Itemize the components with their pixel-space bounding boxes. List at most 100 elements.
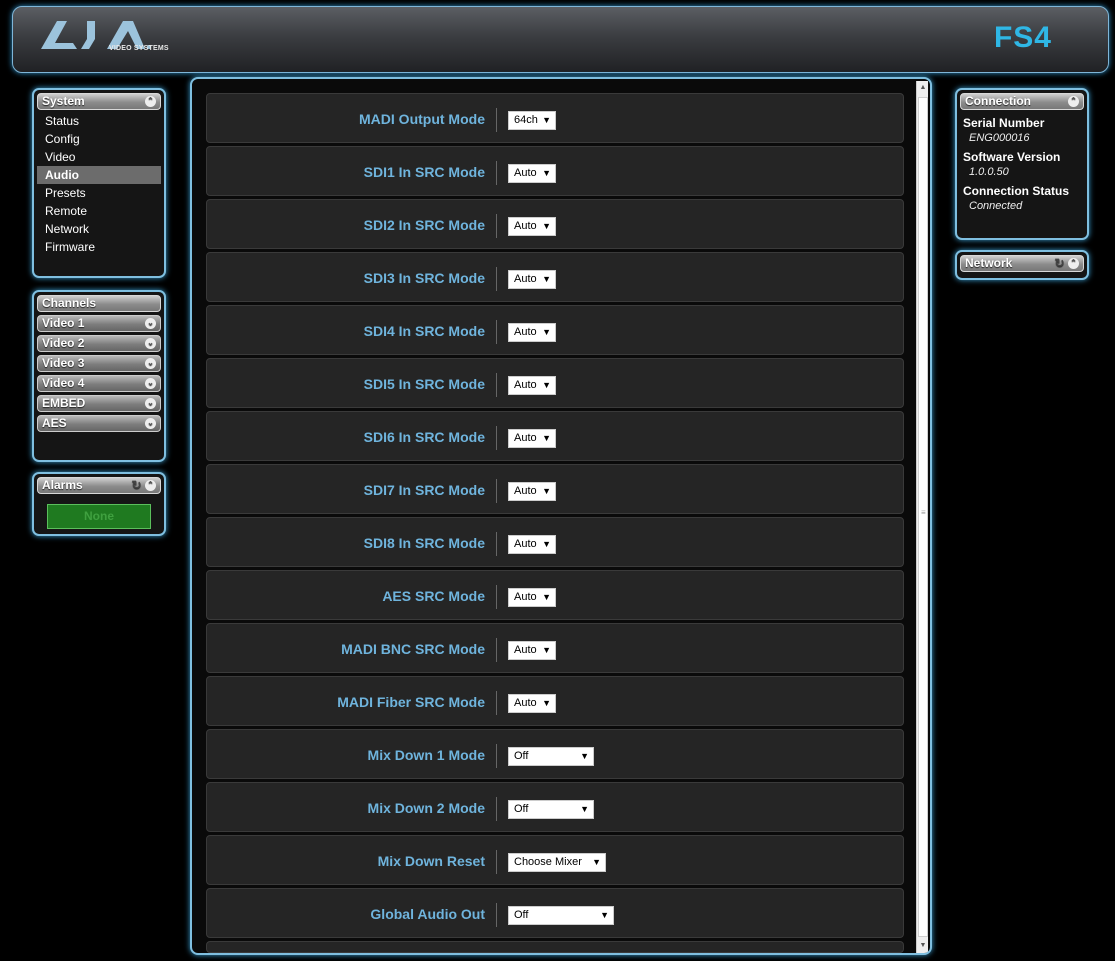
dropdown-value: Auto bbox=[514, 485, 537, 497]
setting-dropdown[interactable]: Auto ▼ bbox=[508, 482, 556, 501]
setting-dropdown[interactable]: Choose Mixer ▼ bbox=[508, 853, 606, 872]
vertical-scrollbar[interactable]: ▲ ≡ ▼ bbox=[916, 81, 928, 953]
dropdown-value: Choose Mixer bbox=[514, 856, 582, 868]
dropdown-value: Auto bbox=[514, 644, 537, 656]
chevron-down-icon[interactable]: ⌄ bbox=[145, 418, 156, 429]
setting-dropdown[interactable]: Auto ▼ bbox=[508, 164, 556, 183]
dropdown-value: Off bbox=[514, 909, 529, 921]
connection-header[interactable]: Connection ⌃ bbox=[960, 93, 1084, 110]
separator bbox=[496, 691, 497, 715]
dropdown-value: Auto bbox=[514, 538, 537, 550]
system-header[interactable]: System ⌃ bbox=[37, 93, 161, 110]
separator bbox=[496, 161, 497, 185]
refresh-icon[interactable]: ↻ bbox=[130, 479, 143, 492]
setting-label: AES SRC Mode bbox=[382, 588, 485, 604]
setting-dropdown[interactable]: Auto ▼ bbox=[508, 535, 556, 554]
separator bbox=[496, 903, 497, 927]
dropdown-value: Auto bbox=[514, 326, 537, 338]
setting-dropdown[interactable]: Off ▼ bbox=[508, 906, 614, 925]
refresh-icon[interactable]: ↻ bbox=[1053, 257, 1066, 270]
dropdown-value: Auto bbox=[514, 379, 537, 391]
channel-aes[interactable]: AES ⌄ bbox=[37, 415, 161, 432]
dropdown-arrow-icon: ▼ bbox=[542, 433, 551, 443]
setting-row: AES SRC Mode Auto ▼ bbox=[206, 570, 904, 620]
nav-item-video[interactable]: Video bbox=[37, 148, 161, 166]
chevron-down-icon[interactable]: ⌄ bbox=[145, 398, 156, 409]
system-title: System bbox=[42, 94, 85, 108]
setting-label: SDI1 In SRC Mode bbox=[363, 164, 485, 180]
setting-label: Mix Down 1 Mode bbox=[367, 747, 485, 763]
setting-dropdown[interactable]: Auto ▼ bbox=[508, 270, 556, 289]
chevron-up-icon[interactable]: ⌃ bbox=[1068, 258, 1079, 269]
setting-dropdown[interactable]: Auto ▼ bbox=[508, 641, 556, 660]
dropdown-value: Auto bbox=[514, 432, 537, 444]
alarms-panel: Alarms ↻ ⌃ None bbox=[32, 472, 166, 536]
separator bbox=[496, 373, 497, 397]
chevron-down-icon[interactable]: ⌄ bbox=[145, 338, 156, 349]
nav-item-config[interactable]: Config bbox=[37, 130, 161, 148]
nav-item-status[interactable]: Status bbox=[37, 112, 161, 130]
setting-row: SDI1 In SRC Mode Auto ▼ bbox=[206, 146, 904, 196]
nav-item-remote[interactable]: Remote bbox=[37, 202, 161, 220]
scroll-down-arrow-icon[interactable]: ▼ bbox=[917, 939, 929, 953]
channel-label: EMBED bbox=[42, 396, 86, 410]
setting-dropdown[interactable]: Off ▼ bbox=[508, 800, 594, 819]
setting-dropdown[interactable]: Auto ▼ bbox=[508, 217, 556, 236]
setting-row: SDI7 In SRC Mode Auto ▼ bbox=[206, 464, 904, 514]
separator bbox=[496, 638, 497, 662]
dropdown-arrow-icon: ▼ bbox=[580, 751, 589, 761]
dropdown-arrow-icon: ▼ bbox=[542, 115, 551, 125]
setting-row: Global Audio Out Off ▼ bbox=[206, 888, 904, 938]
setting-row: MADI Output Mode 64ch ▼ bbox=[206, 93, 904, 143]
chevron-up-icon[interactable]: ⌃ bbox=[145, 96, 156, 107]
setting-row: SDI6 In SRC Mode Auto ▼ bbox=[206, 411, 904, 461]
dropdown-value: Off bbox=[514, 750, 529, 762]
nav-item-audio[interactable]: Audio bbox=[37, 166, 161, 184]
audio-settings-panel: MADI Output Mode 64ch ▼ SDI1 In SRC Mode Aut… bbox=[190, 77, 932, 955]
separator bbox=[496, 797, 497, 821]
dropdown-arrow-icon: ▼ bbox=[542, 698, 551, 708]
channel-video-2[interactable]: Video 2 ⌄ bbox=[37, 335, 161, 352]
channels-panel: Channels Video 1 ⌄ Video 2 ⌄ Video 3 ⌄ V… bbox=[32, 290, 166, 462]
setting-row: SDI8 In SRC Mode Auto ▼ bbox=[206, 517, 904, 567]
setting-dropdown[interactable]: Auto ▼ bbox=[508, 323, 556, 342]
channel-embed[interactable]: EMBED ⌄ bbox=[37, 395, 161, 412]
chevron-up-icon[interactable]: ⌃ bbox=[145, 480, 156, 491]
setting-label: SDI6 In SRC Mode bbox=[363, 429, 485, 445]
grip-icon: ≡ bbox=[921, 508, 926, 517]
separator bbox=[496, 214, 497, 238]
setting-dropdown[interactable]: Auto ▼ bbox=[508, 588, 556, 607]
setting-dropdown[interactable]: Auto ▼ bbox=[508, 376, 556, 395]
nav-item-firmware[interactable]: Firmware bbox=[37, 238, 161, 256]
dropdown-arrow-icon: ▼ bbox=[580, 804, 589, 814]
channel-video-3[interactable]: Video 3 ⌄ bbox=[37, 355, 161, 372]
chevron-down-icon[interactable]: ⌄ bbox=[145, 358, 156, 369]
setting-dropdown[interactable]: Auto ▼ bbox=[508, 429, 556, 448]
dropdown-arrow-icon: ▼ bbox=[542, 592, 551, 602]
separator bbox=[496, 532, 497, 556]
separator bbox=[496, 108, 497, 132]
nav-item-network[interactable]: Network bbox=[37, 220, 161, 238]
setting-row: MADI Fiber SRC Mode Auto ▼ bbox=[206, 676, 904, 726]
scroll-up-arrow-icon[interactable]: ▲ bbox=[917, 81, 929, 95]
serial-number-value: ENG000016 bbox=[969, 132, 1030, 144]
alarms-title: Alarms bbox=[42, 478, 83, 492]
setting-dropdown[interactable]: 64ch ▼ bbox=[508, 111, 556, 130]
channel-video-1[interactable]: Video 1 ⌄ bbox=[37, 315, 161, 332]
chevron-up-icon[interactable]: ⌃ bbox=[1068, 96, 1079, 107]
dropdown-value: Off bbox=[514, 803, 529, 815]
scroll-thumb[interactable]: ≡ bbox=[918, 97, 928, 937]
setting-dropdown[interactable]: Off ▼ bbox=[508, 747, 594, 766]
network-header[interactable]: Network ↻ ⌃ bbox=[960, 255, 1084, 272]
setting-label: SDI4 In SRC Mode bbox=[363, 323, 485, 339]
chevron-down-icon[interactable]: ⌄ bbox=[145, 318, 156, 329]
header-bar: VIDEO SYSTEMS FS4 bbox=[12, 6, 1109, 73]
setting-dropdown[interactable]: Auto ▼ bbox=[508, 694, 556, 713]
nav-item-presets[interactable]: Presets bbox=[37, 184, 161, 202]
channel-label: Video 1 bbox=[42, 316, 85, 330]
product-name: FS4 bbox=[993, 21, 1052, 54]
alarms-header: Alarms ↻ ⌃ bbox=[37, 477, 161, 494]
channel-video-4[interactable]: Video 4 ⌄ bbox=[37, 375, 161, 392]
setting-label: MADI BNC SRC Mode bbox=[341, 641, 485, 657]
chevron-down-icon[interactable]: ⌄ bbox=[145, 378, 156, 389]
